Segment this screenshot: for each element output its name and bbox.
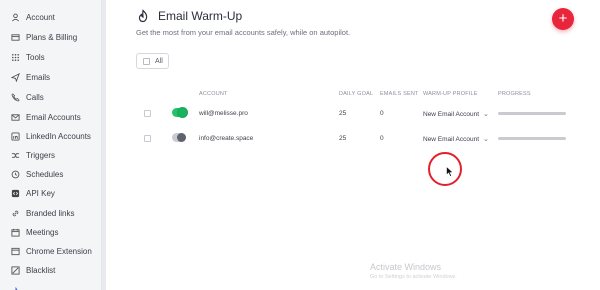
flame-icon xyxy=(138,9,148,23)
sidebar: Account Plans & Billing Tools Emails Cal… xyxy=(0,0,102,290)
sidebar-item-label: Plans & Billing xyxy=(26,33,78,42)
table-row: will@melisse.pro 25 0 New Email Account ⌄ xyxy=(136,101,576,127)
warmup-profile-value: New Email Account xyxy=(423,111,479,118)
row-checkbox[interactable] xyxy=(144,135,151,142)
sidebar-item-label: Tools xyxy=(26,53,45,62)
clock-icon xyxy=(10,170,20,180)
sidebar-item-calls[interactable]: Calls xyxy=(0,88,102,107)
sidebar-item-api-key[interactable]: API Key xyxy=(0,184,102,203)
send-icon xyxy=(10,73,20,83)
sidebar-item-label: Chrome Extension xyxy=(26,247,92,256)
emails-sent-value: 0 xyxy=(380,135,384,142)
account-email: will@melisse.pro xyxy=(199,110,248,117)
select-all-checkbox[interactable] xyxy=(143,57,150,65)
page-title: Email Warm-Up xyxy=(158,9,243,23)
sidebar-item-chrome-extension[interactable]: Chrome Extension xyxy=(0,242,102,261)
sidebar-item-email-accounts[interactable]: Email Accounts xyxy=(0,108,102,127)
column-header-warmup-profile: WARM-UP PROFILE xyxy=(423,91,478,97)
title-row: Email Warm-Up xyxy=(136,9,242,23)
daily-goal-value: 25 xyxy=(339,135,347,142)
ban-icon xyxy=(10,266,20,276)
daily-goal-value: 25 xyxy=(339,110,347,117)
sidebar-item-linkedin-accounts[interactable]: LinkedIn Accounts xyxy=(0,127,102,146)
sidebar-item-blacklist[interactable]: Blacklist xyxy=(0,261,102,280)
window-icon xyxy=(10,247,20,257)
table-row: info@create.space 25 0 New Email Account… xyxy=(136,126,576,152)
sidebar-item-label: Schedules xyxy=(26,170,64,179)
sidebar-item-branded-links[interactable]: Branded links xyxy=(0,204,102,223)
grid-icon xyxy=(10,53,20,63)
select-all-filter[interactable]: All xyxy=(136,53,169,69)
warmup-toggle[interactable] xyxy=(172,108,187,117)
calendar-icon xyxy=(10,228,20,238)
main-panel: Email Warm-Up Get the most from your ema… xyxy=(106,0,600,290)
activation-watermark-title: Activate Windows xyxy=(370,262,442,272)
select-all-label: All xyxy=(155,57,163,65)
cursor-highlight-ring xyxy=(428,152,462,186)
sidebar-item-meetings[interactable]: Meetings xyxy=(0,223,102,242)
sidebar-item-label: Meetings xyxy=(26,228,59,237)
warmup-profile-select[interactable]: New Email Account ⌄ xyxy=(423,135,489,143)
chevron-down-icon: ⌄ xyxy=(483,111,489,118)
progress-bar xyxy=(498,137,566,140)
link-icon xyxy=(10,209,20,219)
flame-icon xyxy=(10,286,20,290)
sidebar-item-account[interactable]: Account xyxy=(0,8,102,27)
user-icon xyxy=(10,13,20,23)
sidebar-item-tools[interactable]: Tools xyxy=(0,48,102,67)
code-icon xyxy=(10,189,20,199)
sidebar-item-label: Triggers xyxy=(26,151,56,160)
sidebar-item-label: Emails xyxy=(26,73,51,82)
sidebar-item-schedules[interactable]: Schedules xyxy=(0,165,102,184)
column-header-emails-sent: EMAILS SENT xyxy=(380,91,419,97)
toggle-knob xyxy=(178,108,187,117)
card-icon xyxy=(10,33,20,43)
sidebar-item-label: Calls xyxy=(26,93,44,102)
add-button[interactable]: + xyxy=(552,8,574,30)
chevron-down-icon: ⌄ xyxy=(483,136,489,143)
mouse-cursor-icon xyxy=(446,166,454,177)
emails-sent-value: 0 xyxy=(380,110,384,117)
phone-icon xyxy=(10,93,20,103)
sidebar-item-label: Email Accounts xyxy=(26,113,81,122)
column-header-account: ACCOUNT xyxy=(199,91,228,97)
column-header-progress: PROGRESS xyxy=(498,91,531,97)
progress-bar xyxy=(498,112,566,115)
shuffle-icon xyxy=(10,151,20,161)
mail-icon xyxy=(10,113,20,123)
account-email: info@create.space xyxy=(199,135,254,142)
linkedin-icon xyxy=(10,132,20,142)
column-header-daily-goal: DAILY GOAL xyxy=(339,91,374,97)
activation-watermark-subtitle: Go to Settings to activate Windows. xyxy=(370,274,457,280)
sidebar-item-emails[interactable]: Emails xyxy=(0,68,102,87)
sidebar-item-label: Branded links xyxy=(26,209,75,218)
sidebar-item-email-warmup[interactable] xyxy=(0,281,102,290)
warmup-profile-select[interactable]: New Email Account ⌄ xyxy=(423,110,489,118)
sidebar-item-plans-billing[interactable]: Plans & Billing xyxy=(0,28,102,47)
row-checkbox[interactable] xyxy=(144,110,151,117)
sidebar-item-label: API Key xyxy=(26,189,55,198)
warmup-toggle[interactable] xyxy=(172,133,186,142)
sidebar-item-label: Account xyxy=(26,13,55,22)
sidebar-item-label: LinkedIn Accounts xyxy=(26,132,91,141)
page-subtitle: Get the most from your email accounts sa… xyxy=(136,28,351,37)
toggle-knob xyxy=(177,133,186,142)
warmup-profile-value: New Email Account xyxy=(423,136,479,143)
sidebar-item-label: Blacklist xyxy=(26,266,56,275)
sidebar-item-triggers[interactable]: Triggers xyxy=(0,146,102,165)
